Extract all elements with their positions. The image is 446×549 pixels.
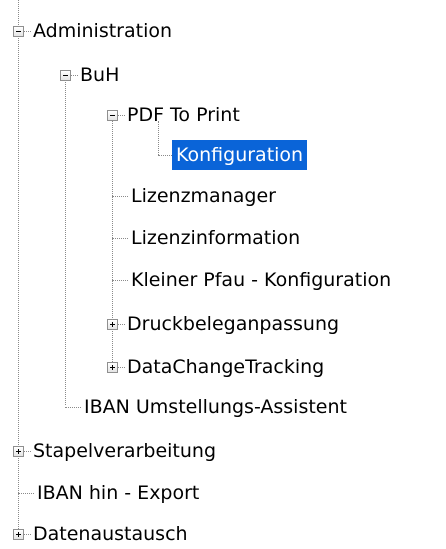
- tree-line: [65, 75, 66, 405]
- tree-node-pdf-to-print[interactable]: PDF To Print: [127, 100, 240, 130]
- tree-node-druckbeleganpassung[interactable]: Druckbeleganpassung: [127, 309, 339, 339]
- tree-line: [18, 0, 19, 539]
- tree-node-datachangetracking[interactable]: DataChangeTracking: [127, 352, 324, 382]
- tree-line: [24, 451, 31, 452]
- tree-view[interactable]: Administration BuH PDF To Print Konfigur…: [0, 0, 446, 545]
- tree-node-lizenzmanager[interactable]: Lizenzmanager: [131, 181, 276, 211]
- tree-line: [112, 280, 128, 281]
- tree-line: [112, 196, 128, 197]
- tree-line: [24, 31, 31, 32]
- tree-node-iban-export[interactable]: IBAN hin - Export: [37, 478, 199, 508]
- plus-box-icon[interactable]: [13, 529, 24, 540]
- tree-node-konfiguration-selected[interactable]: Konfiguration: [172, 140, 308, 170]
- tree-line: [24, 534, 31, 535]
- tree-node-kleiner-pfau[interactable]: Kleiner Pfau - Konfiguration: [131, 265, 391, 295]
- minus-box-icon[interactable]: [13, 26, 24, 37]
- tree-node-stapelverarbeitung[interactable]: Stapelverarbeitung: [33, 436, 216, 466]
- tree-node-datenaustausch[interactable]: Datenaustausch: [33, 519, 188, 549]
- tree-node-administration[interactable]: Administration: [33, 16, 172, 46]
- tree-line: [112, 238, 128, 239]
- tree-line: [118, 324, 125, 325]
- tree-line: [71, 75, 78, 76]
- tree-line: [118, 115, 125, 116]
- tree-line: [65, 407, 81, 408]
- tree-line: [18, 493, 34, 494]
- tree-line: [158, 155, 172, 156]
- tree-node-iban-umstellung[interactable]: IBAN Umstellungs-Assistent: [84, 392, 347, 422]
- tree-node-lizenzinformation[interactable]: Lizenzinformation: [131, 223, 300, 253]
- tree-line: [118, 367, 125, 368]
- plus-box-icon[interactable]: [107, 362, 118, 373]
- minus-box-icon[interactable]: [107, 110, 118, 121]
- tree-node-buh[interactable]: BuH: [80, 60, 119, 90]
- plus-box-icon[interactable]: [107, 319, 118, 330]
- minus-box-icon[interactable]: [60, 70, 71, 81]
- plus-box-icon[interactable]: [13, 446, 24, 457]
